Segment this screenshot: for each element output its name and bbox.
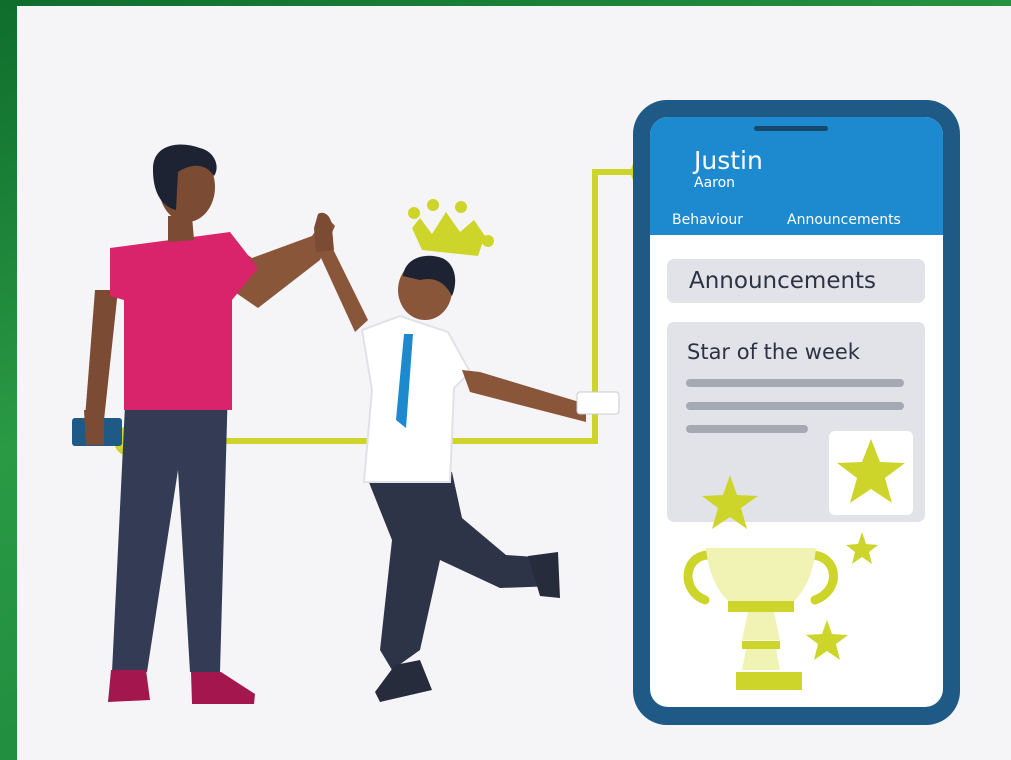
phone-screen: Justin Aaron Behaviour Announcements Ann… — [650, 117, 943, 707]
phone-speaker — [754, 126, 828, 131]
user-subtitle: Aaron — [694, 175, 736, 191]
text-placeholder-line — [686, 402, 904, 410]
star-icon — [837, 439, 905, 503]
section-heading: Announcements — [689, 268, 877, 294]
tab-announcements[interactable]: Announcements — [787, 211, 901, 229]
text-placeholder-line — [686, 425, 808, 433]
tab-behaviour[interactable]: Behaviour — [672, 211, 743, 229]
announcement-card[interactable]: Star of the week — [667, 322, 925, 522]
boy-figure — [314, 212, 620, 702]
star-thumbnail — [829, 431, 913, 515]
crown-icon — [408, 199, 494, 256]
man-figure — [72, 144, 335, 704]
phone-header: Justin Aaron Behaviour Announcements — [650, 117, 943, 235]
text-placeholder-line — [686, 379, 904, 387]
user-name: Justin — [694, 146, 763, 175]
smartphone-icon: Justin Aaron Behaviour Announcements Ann… — [633, 100, 960, 725]
section-heading-pill: Announcements — [667, 259, 925, 303]
card-title: Star of the week — [687, 340, 860, 364]
